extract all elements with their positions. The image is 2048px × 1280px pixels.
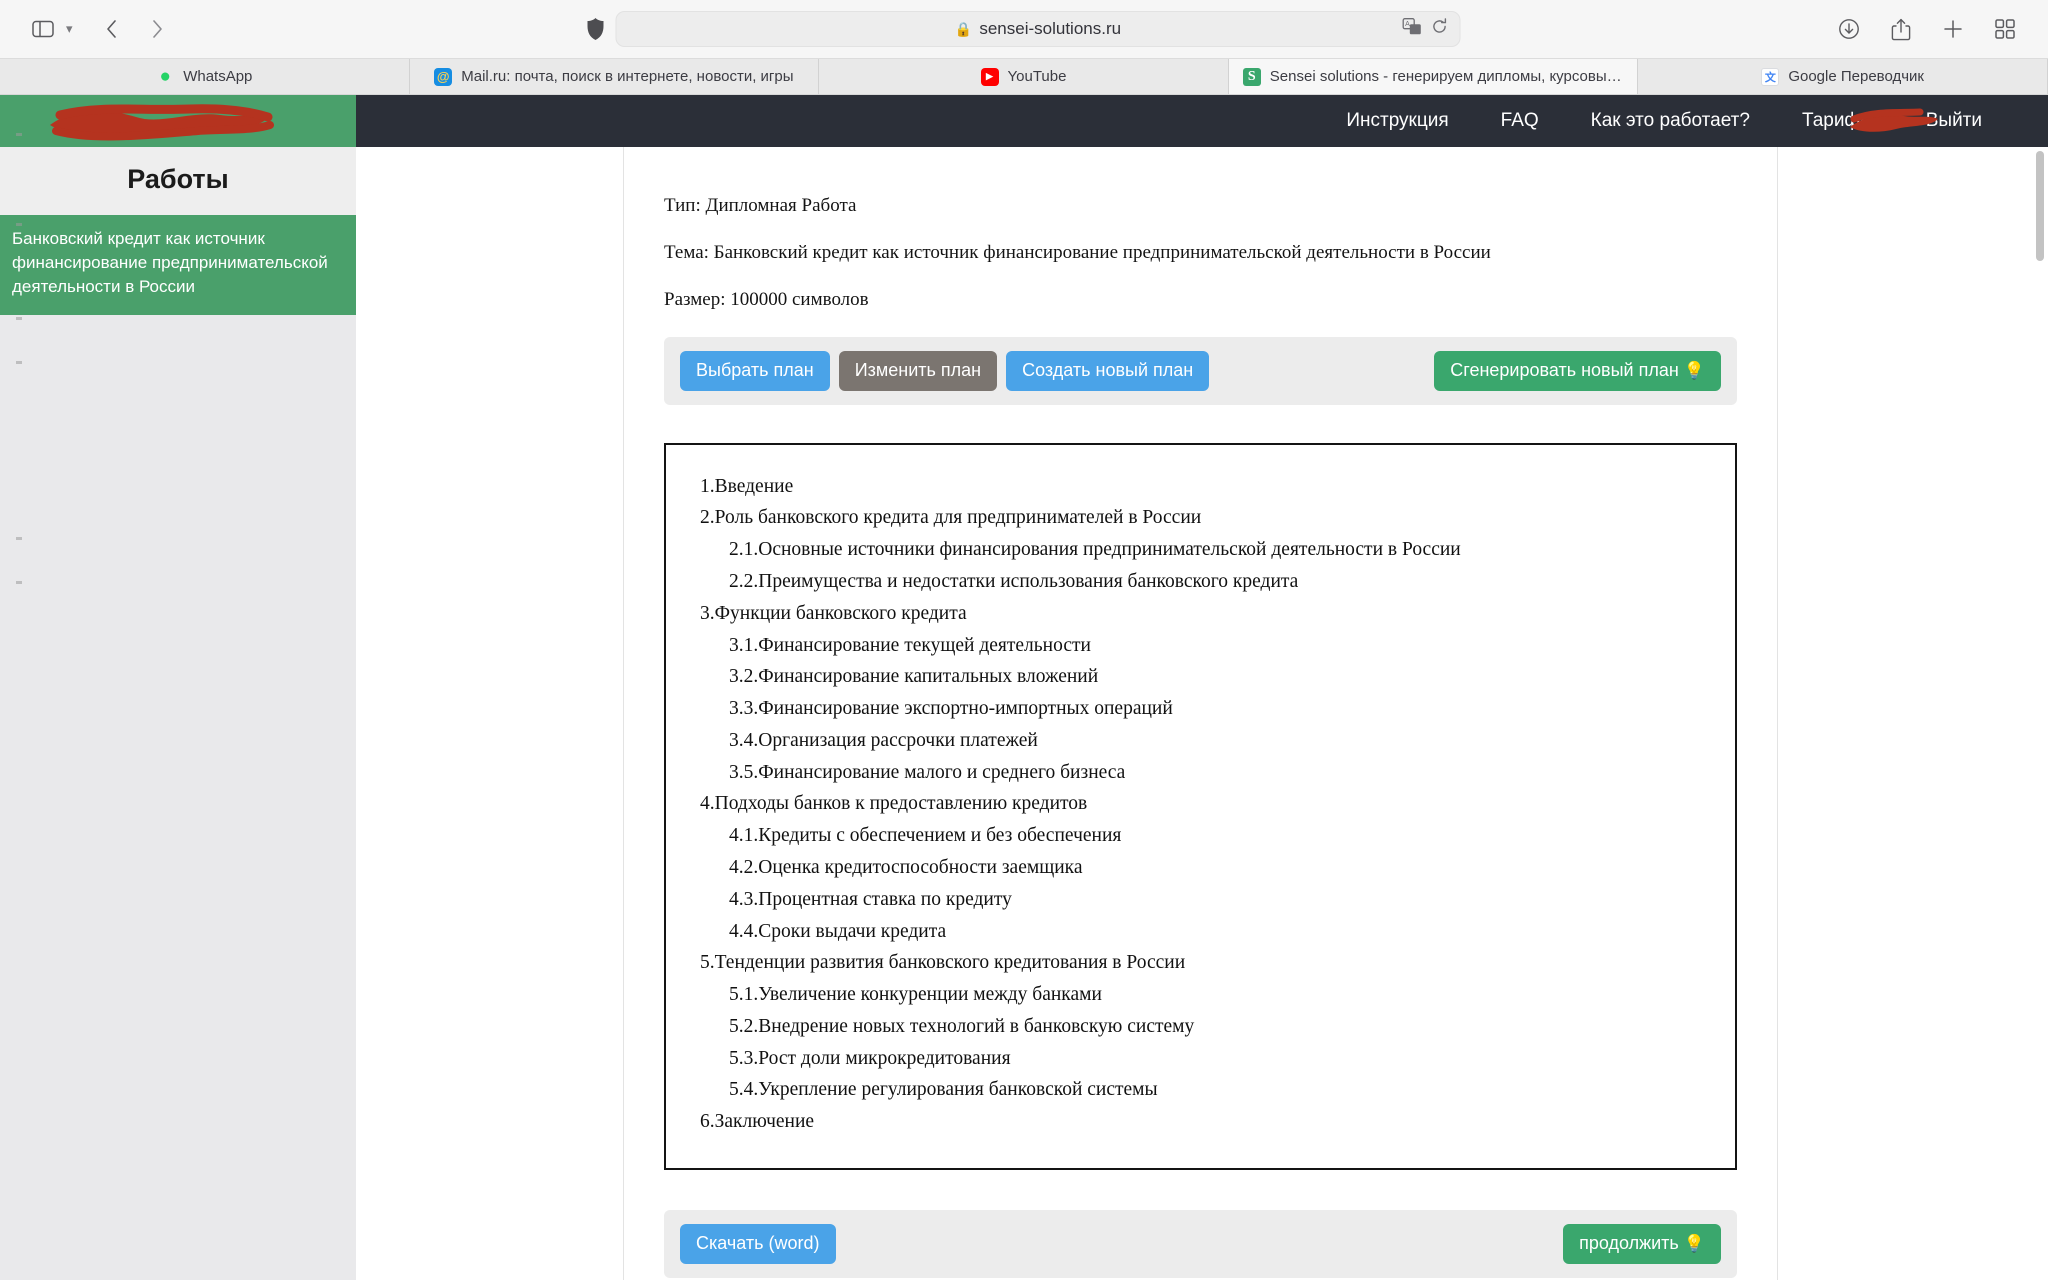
plan-toolbar: Выбрать план Изменить план Создать новый…	[664, 337, 1737, 405]
plan-item: 5.4.Укрепление регулирования банковской …	[729, 1079, 1158, 1101]
plan-item: 3.Функции банковского кредита	[700, 602, 967, 624]
tab-strip: ● WhatsApp @ Mail.ru: почта, поиск в инт…	[0, 58, 2048, 94]
page-body: Работы Банковский кредит как источник фи…	[0, 95, 2048, 1280]
plan-item: 5.2.Внедрение новых технологий в банковс…	[729, 1015, 1195, 1037]
plan-item: 4.3.Процентная ставка по кредиту	[729, 888, 1012, 910]
lightbulb-icon: 💡	[1683, 361, 1705, 380]
plan-outline-list: 1.Введение 2.Роль банковского кредита дл…	[700, 471, 1707, 1138]
tab-title: Google Переводчик	[1788, 68, 1924, 85]
content-column: Инструкция FAQ Как это работает? Тарифы …	[356, 95, 2048, 1280]
plan-item: 2.2.Преимущества и недостатки использова…	[729, 570, 1299, 592]
plan-item: 4.1.Кредиты с обеспечением и без обеспеч…	[729, 825, 1122, 847]
plan-item: 4.4.Сроки выдачи кредита	[729, 920, 947, 942]
plan-item: 5.3.Рост доли микрокредитования	[729, 1047, 1011, 1069]
shield-icon[interactable]	[587, 18, 604, 40]
plan-item: 1.Введение	[700, 475, 794, 497]
continue-button[interactable]: продолжить 💡	[1563, 1224, 1721, 1264]
sidebar-empty-area	[0, 133, 356, 1216]
plan-item: 4.2.Оценка кредитоспособности заемщика	[729, 856, 1083, 878]
browser-nav-controls: ▾	[22, 10, 179, 48]
select-plan-button[interactable]: Выбрать план	[680, 351, 830, 391]
nav-link-how-it-works[interactable]: Как это работает?	[1565, 110, 1776, 132]
main-scroll-area[interactable]: Тип: Дипломная Работа Тема: Банковский к…	[356, 147, 2048, 1280]
sidebar-artifact-mark	[16, 133, 22, 136]
page-scrollbar[interactable]	[2036, 151, 2044, 1261]
tab-overview-icon[interactable]	[1984, 10, 2026, 48]
sidebar-artifact-mark	[16, 581, 22, 584]
plan-item: 4.Подходы банков к предоставлению кредит…	[700, 793, 1088, 815]
browser-chrome: ▾ 🔒 sensei-solutions.ru A ● WhatsApp @ M…	[0, 0, 2048, 95]
sidebar-artifact-mark	[16, 317, 22, 320]
plan-item: 5.1.Увеличение конкуренции между банками	[729, 984, 1102, 1006]
google-translate-icon: 文	[1761, 67, 1780, 86]
url-input[interactable]: 🔒 sensei-solutions.ru A	[615, 11, 1461, 47]
plan-item: 3.5.Финансирование малого и среднего биз…	[729, 761, 1126, 783]
sidebar-item-work[interactable]: Банковский кредит как источник финансиро…	[0, 215, 356, 316]
translate-icon[interactable]: A	[1402, 18, 1422, 40]
tab-title: Mail.ru: почта, поиск в интернете, новос…	[461, 68, 794, 85]
edit-plan-button[interactable]: Изменить план	[838, 351, 998, 391]
meta-type: Тип: Дипломная Работа	[664, 195, 857, 216]
sidebar-artifact-mark	[16, 537, 22, 540]
sidebar-toggle-icon[interactable]	[22, 10, 64, 48]
plan-item: 2.1.Основные источники финансирования пр…	[729, 539, 1461, 561]
nav-link-instruction[interactable]: Инструкция	[1320, 110, 1474, 132]
red-scribble-redaction	[1850, 108, 1938, 132]
plan-item: 6.Заключение	[700, 1111, 815, 1133]
sensei-icon: S	[1242, 67, 1261, 86]
browser-toolbar: ▾ 🔒 sensei-solutions.ru A	[0, 0, 2048, 58]
meta-theme: Тема: Банковский кредит как источник фин…	[664, 242, 1491, 263]
url-text: sensei-solutions.ru	[979, 19, 1122, 38]
tab-title: Sensei solutions - генерируем дипломы, к…	[1269, 68, 1624, 85]
back-arrow-icon[interactable]	[91, 10, 133, 48]
sidebar-item-label: Банковский кредит как источник финансиро…	[12, 229, 328, 297]
whatsapp-icon: ●	[159, 65, 171, 87]
plan-outline-box: 1.Введение 2.Роль банковского кредита дл…	[664, 442, 1737, 1170]
generate-plan-label: Сгенерировать новый план	[1450, 360, 1679, 380]
meta-size: Размер: 100000 символов	[664, 289, 869, 310]
address-bar-container: 🔒 sensei-solutions.ru A	[587, 11, 1461, 47]
share-icon[interactable]	[1880, 10, 1922, 48]
browser-tab-sensei-solutions[interactable]: S Sensei solutions - генерируем дипломы,…	[1228, 59, 1639, 94]
create-plan-button[interactable]: Создать новый план	[1006, 351, 1210, 391]
document-action-bar: Скачать (word) продолжить 💡	[664, 1210, 1737, 1278]
chevron-down-icon[interactable]: ▾	[66, 21, 73, 37]
plan-item: 3.4.Организация рассрочки платежей	[729, 729, 1038, 751]
mailru-icon: @	[434, 67, 453, 86]
nav-link-faq[interactable]: FAQ	[1475, 110, 1565, 132]
tab-title: WhatsApp	[183, 68, 253, 85]
youtube-icon: ▶	[980, 67, 999, 86]
sidebar-heading: Работы	[0, 147, 356, 215]
browser-tab-youtube[interactable]: ▶ YouTube	[819, 59, 1229, 94]
plan-item: 3.1.Финансирование текущей деятельности	[729, 634, 1091, 656]
sidebar-artifact-mark	[16, 361, 22, 364]
sidebar: Работы Банковский кредит как источник фи…	[0, 95, 356, 1280]
plan-item: 2.Роль банковского кредита для предприни…	[700, 507, 1202, 529]
plan-item: 5.Тенденции развития банковского кредито…	[700, 952, 1186, 974]
sidebar-artifact-mark	[16, 223, 22, 226]
browser-tab-whatsapp[interactable]: ● WhatsApp	[0, 59, 410, 94]
download-icon[interactable]	[1828, 10, 1870, 48]
tab-title: YouTube	[1007, 68, 1067, 85]
browser-toolbar-right	[1828, 10, 2026, 48]
plus-icon[interactable]	[1932, 10, 1974, 48]
download-word-button[interactable]: Скачать (word)	[680, 1224, 836, 1264]
plan-item: 3.2.Финансирование капитальных вложений	[729, 666, 1099, 688]
sidebar-brand-bar	[0, 95, 356, 147]
browser-tab-google-translate[interactable]: 文 Google Переводчик	[1638, 59, 2048, 94]
lock-icon: 🔒	[954, 20, 973, 37]
browser-tab-mailru[interactable]: @ Mail.ru: почта, поиск в интернете, нов…	[409, 59, 820, 94]
reload-icon[interactable]	[1432, 18, 1448, 40]
plan-item: 3.3.Финансирование экспортно-импортных о…	[729, 698, 1173, 720]
continue-label: продолжить	[1579, 1233, 1679, 1253]
redacted-logo-scribble	[50, 104, 274, 141]
top-navigation: Инструкция FAQ Как это работает? Тарифы …	[356, 95, 2048, 147]
forward-arrow-icon[interactable]	[137, 10, 179, 48]
scrollbar-thumb[interactable]	[2036, 151, 2044, 261]
lightbulb-icon: 💡	[1683, 1234, 1705, 1253]
generate-plan-button[interactable]: Сгенерировать новый план 💡	[1434, 351, 1721, 391]
document-frame: Тип: Дипломная Работа Тема: Банковский к…	[623, 147, 1778, 1280]
svg-text:A: A	[1405, 21, 1410, 28]
